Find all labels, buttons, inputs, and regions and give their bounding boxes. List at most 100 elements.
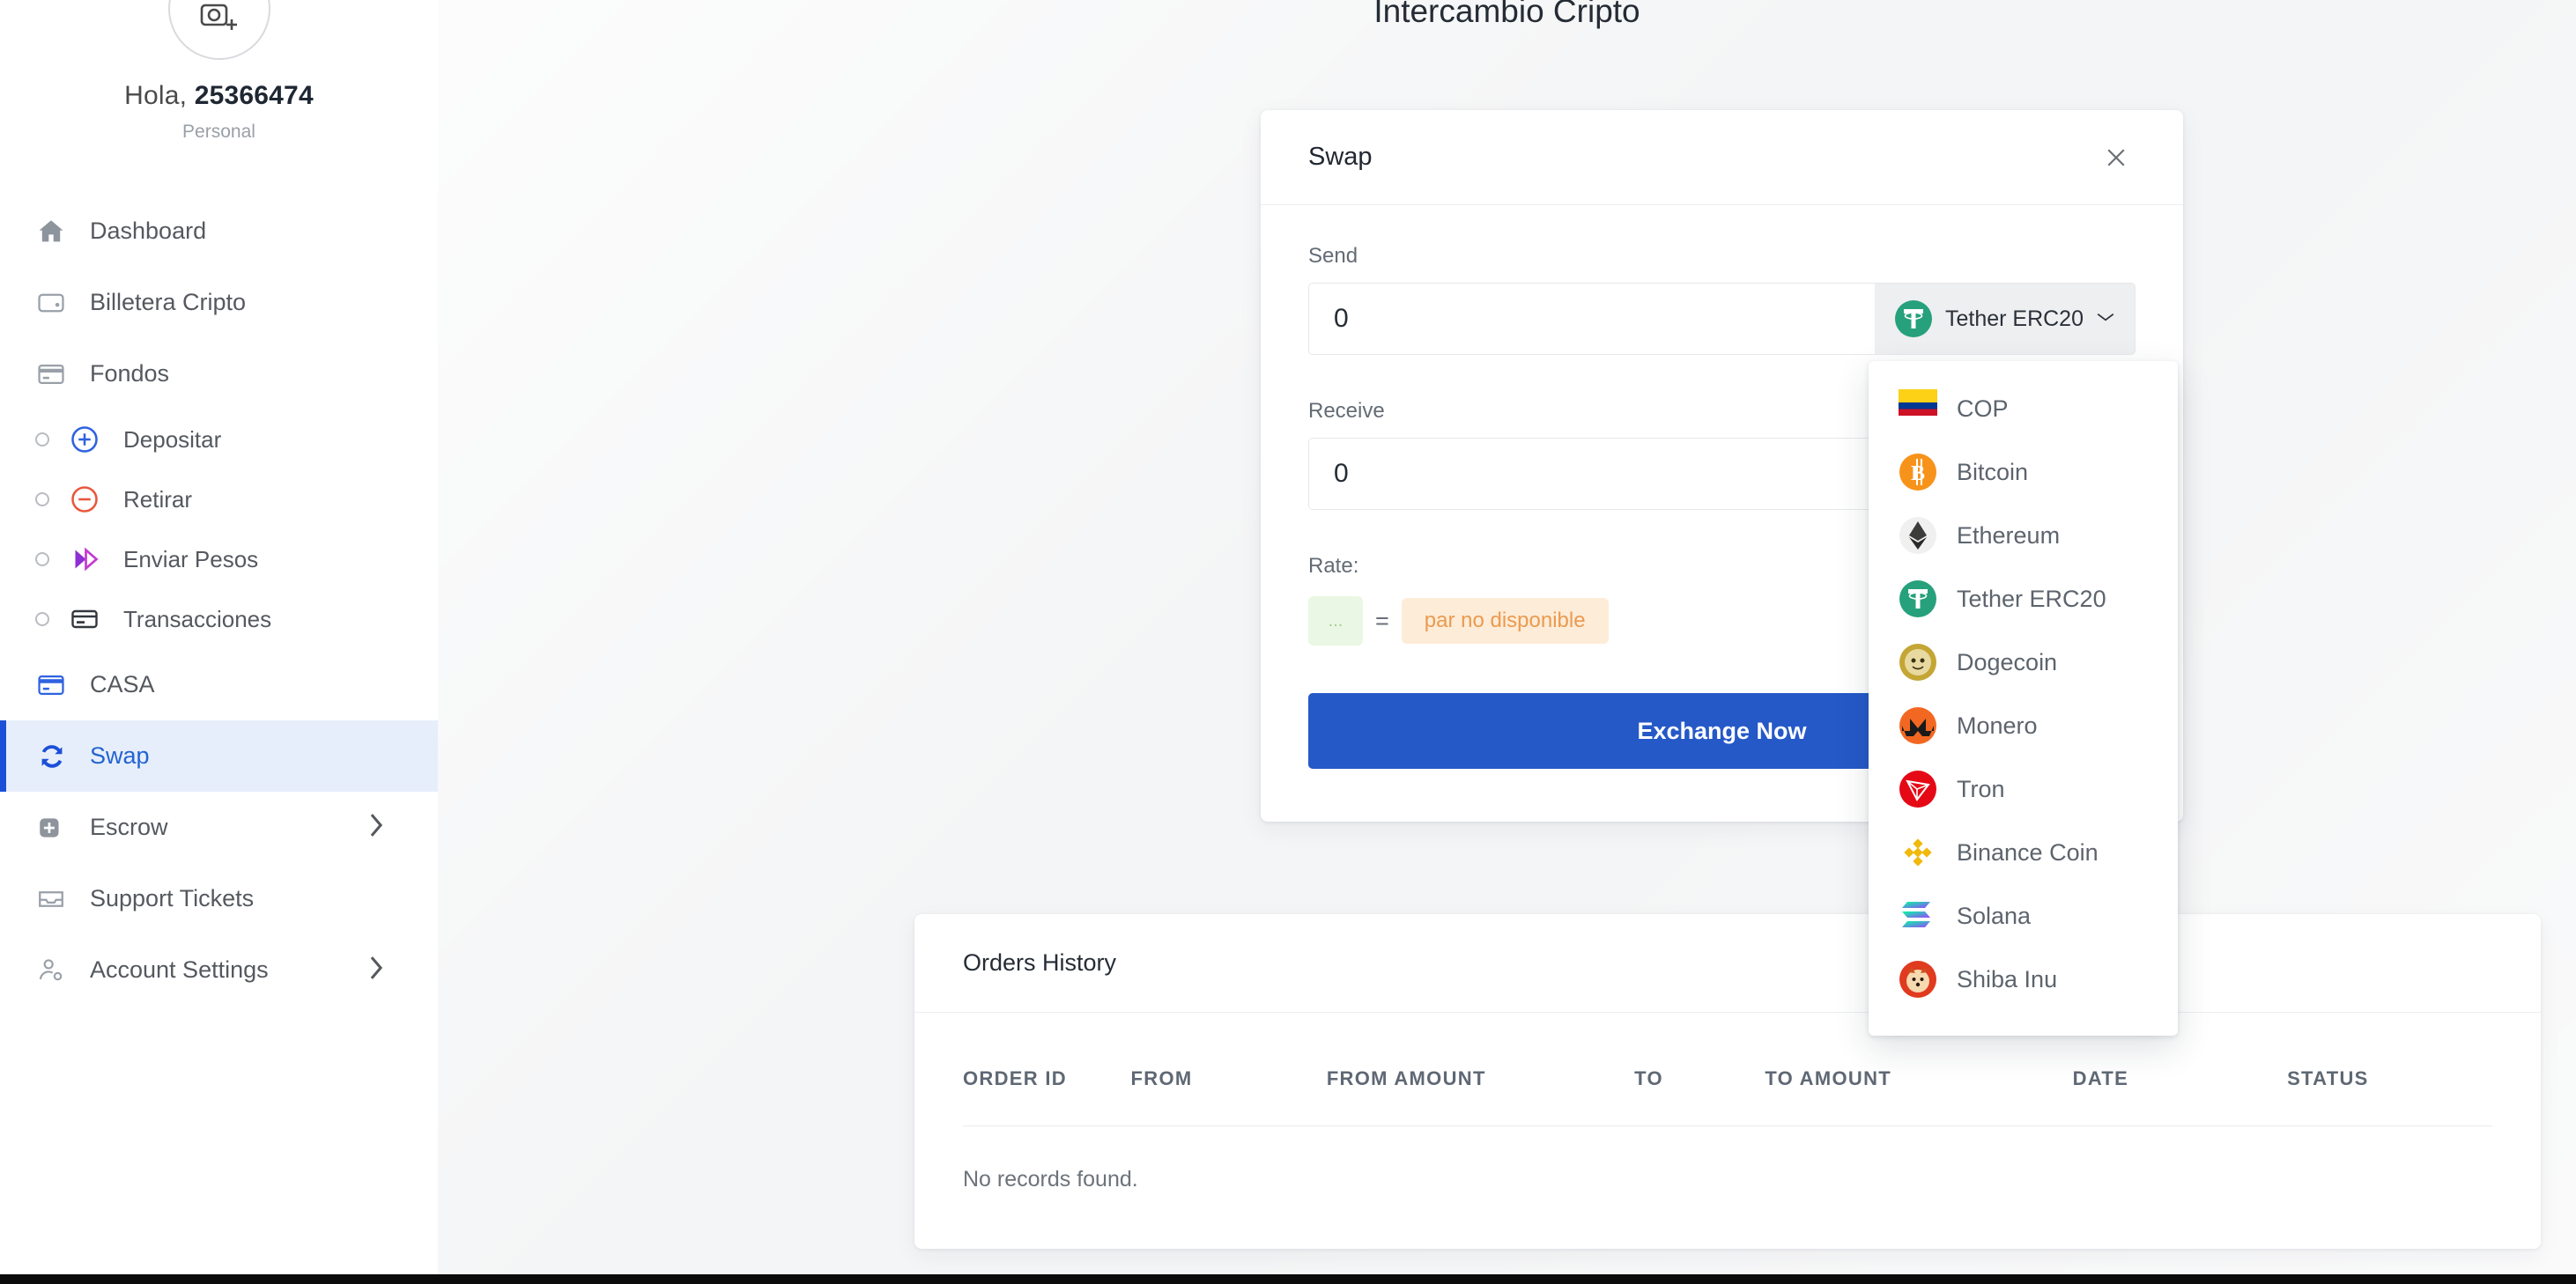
- bullet-dot: [35, 552, 49, 566]
- coin-option-ethereum[interactable]: Ethereum: [1869, 504, 2178, 567]
- orders-history-title: Orders History: [914, 914, 2541, 1013]
- bullet-dot: [35, 492, 49, 506]
- user-gear-icon: [35, 956, 76, 985]
- page-title: Intercambio Cripto: [438, 0, 2576, 30]
- chevron-right-icon: [366, 810, 387, 845]
- app-root: Hola, 25366474 Personal Dashboard Billet…: [0, 0, 2576, 1284]
- plus-circle-icon: [69, 424, 109, 455]
- minus-circle-icon: [69, 483, 109, 515]
- bullet-dot: [35, 612, 49, 626]
- coin-option-tether-erc20[interactable]: Tether ERC20: [1869, 567, 2178, 631]
- sidebar-item-label: Swap: [90, 742, 150, 770]
- tether-icon: [1894, 299, 1933, 338]
- close-icon[interactable]: [2097, 138, 2136, 177]
- orders-table: ORDER ID FROM FROM AMOUNT TO TO AMOUNT D…: [963, 1067, 2492, 1249]
- coin-option-label: COP: [1957, 395, 2009, 423]
- coin-option-bitcoin[interactable]: B Bitcoin: [1869, 440, 2178, 504]
- swap-refresh-icon: [35, 741, 76, 772]
- bitcoin-icon: B: [1899, 453, 1937, 491]
- coin-option-label: Monero: [1957, 712, 2038, 740]
- sidebar-item-casa[interactable]: CASA: [0, 649, 438, 720]
- column-header-order-id: ORDER ID: [963, 1067, 1131, 1126]
- column-header-to-amount: TO AMOUNT: [1765, 1067, 2072, 1126]
- card-icon: [35, 359, 76, 389]
- binance-icon: [1899, 833, 1937, 872]
- column-header-from-amount: FROM AMOUNT: [1327, 1067, 1634, 1126]
- send-amount-input[interactable]: [1309, 284, 1875, 354]
- table-empty-row: No records found.: [963, 1126, 2492, 1250]
- column-header-status: STATUS: [2287, 1067, 2492, 1126]
- rate-equals-sign: =: [1375, 608, 1389, 635]
- coin-option-tron[interactable]: Tron: [1869, 757, 2178, 821]
- sidebar-item-label: Enviar Pesos: [123, 546, 258, 573]
- sidebar-item-billetera-cripto[interactable]: Billetera Cripto: [0, 267, 438, 338]
- bullet-dot: [35, 432, 49, 446]
- avatar[interactable]: [168, 0, 270, 60]
- home-icon: [35, 217, 76, 247]
- greeting-prefix: Hola,: [124, 81, 195, 110]
- transactions-card-icon: [69, 603, 109, 635]
- bottom-bar: [0, 1274, 2576, 1284]
- send-coin-selector[interactable]: Tether ERC20: [1875, 284, 2135, 354]
- sidebar-item-depositar[interactable]: Depositar: [0, 410, 438, 469]
- coin-option-label: Solana: [1957, 903, 2031, 930]
- sidebar-item-label: Dashboard: [90, 218, 206, 245]
- rate-value-chip: ...: [1308, 596, 1363, 646]
- coin-option-cop[interactable]: COP: [1869, 377, 2178, 440]
- coin-option-label: Shiba Inu: [1957, 966, 2057, 993]
- greeting: Hola, 25366474: [0, 81, 438, 111]
- chevron-right-icon: [366, 953, 387, 987]
- shiba-inu-icon: [1899, 960, 1937, 999]
- sidebar-item-label: CASA: [90, 671, 155, 698]
- coin-option-shiba-inu[interactable]: Shiba Inu: [1869, 948, 2178, 1011]
- sidebar-item-label: Retirar: [123, 486, 192, 513]
- sidebar-item-transacciones[interactable]: Transacciones: [0, 589, 438, 649]
- sidebar-item-retirar[interactable]: Retirar: [0, 469, 438, 529]
- sidebar-item-support-tickets[interactable]: Support Tickets: [0, 863, 438, 934]
- colombia-flag-icon: [1899, 389, 1937, 428]
- sidebar-item-label: Escrow: [90, 814, 168, 841]
- sidebar-item-swap[interactable]: Swap: [0, 720, 438, 792]
- dogecoin-icon: [1899, 643, 1937, 682]
- fast-forward-icon: [69, 543, 109, 575]
- coin-option-label: Tether ERC20: [1957, 586, 2106, 613]
- sidebar: Hola, 25366474 Personal Dashboard Billet…: [0, 0, 438, 1274]
- solana-icon: [1899, 897, 1937, 935]
- send-field-row: Tether ERC20: [1308, 283, 2136, 355]
- coin-option-dogecoin[interactable]: Dogecoin: [1869, 631, 2178, 694]
- tron-icon: [1899, 770, 1937, 808]
- coin-dropdown-menu: COP B Bitcoin: [1869, 361, 2178, 1036]
- orders-history-card: Orders History ORDER ID FROM FROM AMOUNT…: [914, 914, 2541, 1249]
- send-label: Send: [1308, 244, 2136, 269]
- wallet-icon: [35, 288, 76, 318]
- sidebar-item-account-settings[interactable]: Account Settings: [0, 934, 438, 1006]
- sidebar-item-fondos[interactable]: Fondos: [0, 338, 438, 410]
- inbox-icon: [35, 884, 76, 914]
- sidebar-profile: Hola, 25366474 Personal: [0, 0, 438, 143]
- monero-icon: [1899, 706, 1937, 745]
- sidebar-item-escrow[interactable]: Escrow: [0, 792, 438, 863]
- table-header-row: ORDER ID FROM FROM AMOUNT TO TO AMOUNT D…: [963, 1067, 2492, 1126]
- chevron-down-icon: [2096, 311, 2115, 328]
- sidebar-item-enviar-pesos[interactable]: Enviar Pesos: [0, 529, 438, 589]
- tether-icon: [1899, 579, 1937, 618]
- coin-option-binance-coin[interactable]: Binance Coin: [1869, 821, 2178, 884]
- column-header-to: TO: [1634, 1067, 1765, 1126]
- coin-option-monero[interactable]: Monero: [1869, 694, 2178, 757]
- swap-card-title: Swap: [1308, 143, 1373, 172]
- sidebar-item-label: Transacciones: [123, 606, 271, 633]
- coin-option-label: Ethereum: [1957, 522, 2060, 550]
- camera-add-icon: [197, 0, 241, 41]
- blue-card-icon: [35, 670, 76, 700]
- escrow-plus-icon: [35, 813, 76, 843]
- selected-coin-label: Tether ERC20: [1945, 306, 2084, 332]
- account-type: Personal: [0, 122, 438, 143]
- column-header-date: DATE: [2073, 1067, 2287, 1126]
- sidebar-item-dashboard[interactable]: Dashboard: [0, 196, 438, 267]
- ethereum-icon: [1899, 516, 1937, 555]
- main-content: Intercambio Cripto Swap Send: [438, 0, 2576, 1274]
- empty-message: No records found.: [963, 1126, 2492, 1250]
- username: 25366474: [195, 81, 314, 110]
- coin-option-solana[interactable]: Solana: [1869, 884, 2178, 948]
- coin-option-label: Binance Coin: [1957, 839, 2099, 867]
